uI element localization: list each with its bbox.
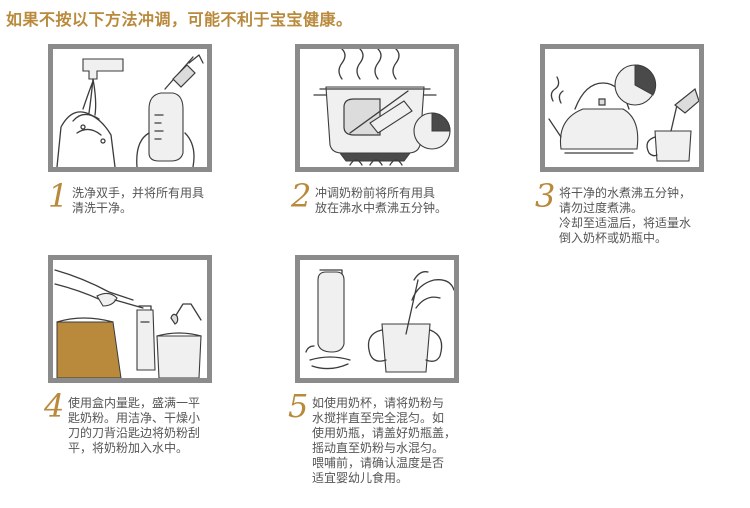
illustration-measure-powder xyxy=(48,255,212,383)
step-number: 4 xyxy=(44,387,65,425)
step-number: 3 xyxy=(535,177,556,215)
boil-utensils-drawing xyxy=(313,49,451,166)
measure-powder-drawing xyxy=(54,269,202,378)
step-line: 匙奶粉。用洁净、干燥小 xyxy=(68,411,201,425)
illustration-kettle xyxy=(540,44,704,172)
step-line: 将干净的水煮沸五分钟， xyxy=(559,186,692,200)
illustration-boil-utensils xyxy=(295,44,459,172)
step-line: 洗净双手，并将所有用具 xyxy=(72,186,205,200)
step-line: 平，将奶粉加入水中。 xyxy=(68,441,189,455)
step-number: 5 xyxy=(288,387,309,425)
step-3-text: 将干净的水煮沸五分钟， 请勿过度煮沸。 冷却至适温后，将适量水 倒入奶杯或奶瓶中… xyxy=(559,186,691,246)
step-line: 使用奶瓶，请盖好奶瓶盖， xyxy=(312,426,457,440)
step-5-text: 如使用奶杯，请将奶粉与 水搅拌直至完全混匀。如 使用奶瓶，请盖好奶瓶盖， 摇动直… xyxy=(312,396,456,486)
step-line: 放在沸水中煮沸五分钟。 xyxy=(315,201,448,215)
step-line: 倒入奶杯或奶瓶中。 xyxy=(559,231,668,245)
illustration-stir-cup xyxy=(295,255,459,383)
step-line: 水搅拌直至完全混匀。如 xyxy=(312,411,445,425)
step-line: 冷却至适温后，将适量水 xyxy=(559,216,692,230)
step-line: 冲调奶粉前将所有用具 xyxy=(315,186,436,200)
kettle-drawing xyxy=(548,64,699,162)
step-line: 摇动直至奶粉与水混匀。 xyxy=(312,441,445,455)
page-title: 如果不按以下方法冲调，可能不利于宝宝健康。 xyxy=(6,10,353,29)
step-1-text: 洗净双手，并将所有用具 清洗干净。 xyxy=(72,186,204,216)
step-line: 适宜婴幼儿食用。 xyxy=(312,471,409,485)
step-number: 1 xyxy=(48,177,69,215)
step-number: 2 xyxy=(291,177,312,215)
step-4-text: 使用盒内量匙，盛满一平 匙奶粉。用洁净、干燥小 刀的刀背沿匙边将奶粉刮 平，将奶… xyxy=(68,396,200,456)
step-line: 如使用奶杯，请将奶粉与 xyxy=(312,396,445,410)
step-line: 清洗干净。 xyxy=(72,201,133,215)
step-line: 刀的刀背沿匙边将奶粉刮 xyxy=(68,426,201,440)
illustration-wash-hands xyxy=(48,44,212,172)
step-2-text: 冲调奶粉前将所有用具 放在沸水中煮沸五分钟。 xyxy=(315,186,447,216)
step-line: 使用盒内量匙，盛满一平 xyxy=(68,396,201,410)
step-line: 喂哺前，请确认温度是否 xyxy=(312,456,445,470)
wash-hands-drawing xyxy=(56,54,204,167)
step-line: 请勿过度煮沸。 xyxy=(559,201,644,215)
stir-cup-drawing xyxy=(305,269,454,373)
